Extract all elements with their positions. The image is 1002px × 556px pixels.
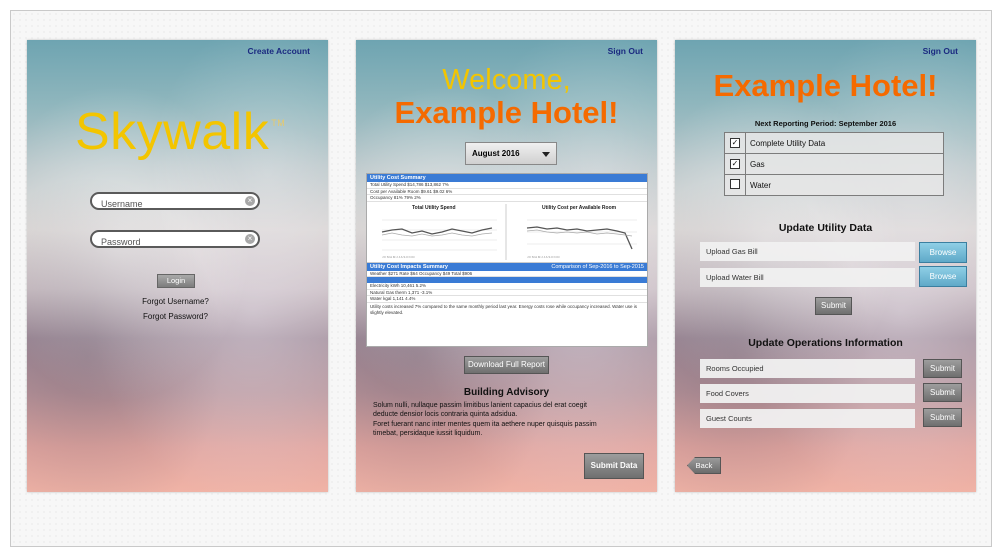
check-icon[interactable]: ✓ [730, 159, 740, 169]
checkbox-cell[interactable]: ✓ [724, 153, 746, 175]
checkbox-cell[interactable]: ✓ [724, 132, 746, 154]
dashboard-screen: Sign Out Welcome, Example Hotel! August … [356, 40, 657, 492]
back-button[interactable]: Back [687, 457, 721, 474]
rooms-occupied-field[interactable]: Rooms Occupied [700, 359, 915, 378]
reporting-period: Next Reporting Period: September 2016 [754, 119, 897, 128]
checklist-label: Complete Utility Data [745, 132, 944, 154]
checklist-label: Gas [745, 153, 944, 175]
chevron-down-icon [542, 152, 550, 157]
food-covers-field[interactable]: Food Covers [700, 384, 915, 403]
clear-icon[interactable]: × [245, 234, 255, 244]
password-input[interactable] [99, 234, 243, 250]
forgot-password-link[interactable]: Forgot Password? [27, 312, 326, 321]
checklist-label: Water [745, 174, 944, 196]
list-item: ✓ Gas [724, 153, 944, 175]
list-item: Water [724, 174, 944, 196]
advisory-paragraph: Foret fuerant nanc inter mentes quem ita… [373, 421, 597, 437]
brand-name: Skywalk [75, 103, 270, 161]
trademark: TM [271, 118, 286, 128]
login-button[interactable]: Login [157, 274, 195, 288]
checkbox-cell[interactable] [724, 174, 746, 196]
comparison-label: Comparison of Sep-2016 to Sep-2015 [551, 263, 644, 270]
password-field[interactable]: × [90, 230, 260, 250]
mini-line-charts: J F M A M J J A S O N D J F M A M J J A … [381, 203, 637, 260]
clear-icon[interactable]: × [245, 196, 255, 206]
browse-gas-button[interactable]: Browse [919, 242, 967, 263]
forgot-username-link[interactable]: Forgot Username? [27, 297, 326, 306]
rooms-submit-button[interactable]: Submit [923, 359, 962, 378]
username-field[interactable]: × [90, 192, 260, 212]
submit-data-button[interactable]: Submit Data [584, 453, 644, 479]
browse-water-button[interactable]: Browse [919, 266, 967, 287]
report-section-title: Utility Cost Impacts Summary Comparison o… [367, 262, 647, 271]
report-section-title: Utility Cost Summary [367, 174, 647, 182]
guest-counts-field[interactable]: Guest Counts [700, 409, 915, 428]
svg-text:J F M A M J J A S O N D: J F M A M J J A S O N D [527, 255, 560, 259]
check-icon[interactable]: ✓ [730, 138, 740, 148]
upload-water-field[interactable]: Upload Water Bill [700, 268, 915, 287]
report-charts: Total Utility Spend Utility Cost per Ava… [367, 202, 647, 263]
advisory-title: Building Advisory [463, 387, 550, 398]
upload-submit-button[interactable]: Submit [815, 297, 852, 315]
download-report-button[interactable]: Download Full Report [464, 356, 549, 374]
hotel-name: Example Hotel! [394, 95, 619, 130]
month-value: August 2016 [472, 149, 520, 158]
username-input[interactable] [99, 196, 243, 212]
advisory-paragraph: Solum nulli, nullaque passim limitibus l… [373, 402, 588, 418]
empty-checkbox[interactable] [730, 179, 740, 189]
hotel-name: Example Hotel! [713, 68, 938, 103]
sign-out-link[interactable]: Sign Out [923, 46, 958, 56]
create-account-link[interactable]: Create Account [247, 46, 310, 56]
login-screen: Create Account SkywalkTM × × Login Forgo… [27, 40, 328, 492]
welcome-heading: Welcome, [442, 64, 571, 96]
svg-text:J F M A M J J A S O N D: J F M A M J J A S O N D [382, 255, 415, 259]
upload-gas-field[interactable]: Upload Gas Bill [700, 242, 915, 261]
operations-section-title: Update Operations Information [748, 337, 903, 349]
utility-checklist: ✓ Complete Utility Data ✓ Gas Water [724, 132, 944, 196]
food-submit-button[interactable]: Submit [923, 383, 962, 402]
sign-out-link[interactable]: Sign Out [608, 46, 643, 56]
impacts-title: Utility Cost Impacts Summary [370, 263, 448, 270]
utility-section-title: Update Utility Data [778, 222, 873, 234]
list-item: ✓ Complete Utility Data [724, 132, 944, 154]
app-logo: Skywalk TM [75, 102, 285, 162]
report-preview: Utility Cost Summary Total Utility Spend… [366, 173, 648, 347]
guests-submit-button[interactable]: Submit [923, 408, 962, 427]
data-entry-screen: Sign Out Example Hotel! Next Reporting P… [675, 40, 976, 492]
report-note: Utility costs increased 7% compared to t… [370, 303, 637, 315]
month-select[interactable]: August 2016 [465, 142, 557, 165]
